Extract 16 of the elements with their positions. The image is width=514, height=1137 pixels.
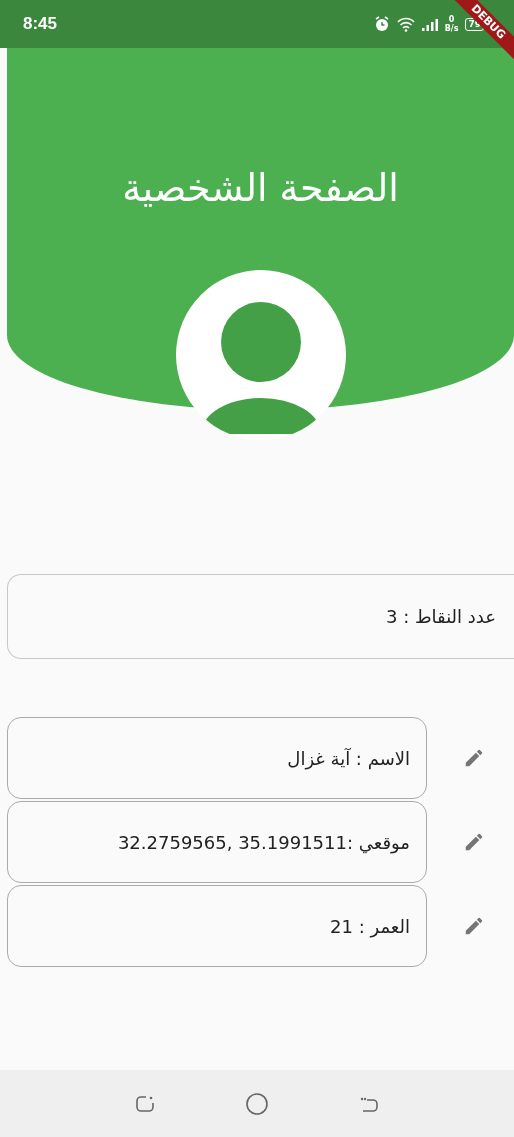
wifi-icon xyxy=(396,16,415,32)
pencil-icon xyxy=(463,747,485,769)
net-speed-unit: B/s xyxy=(444,24,459,33)
pencil-icon xyxy=(463,915,485,937)
info-text: العمر : 21 xyxy=(330,915,410,937)
alarm-icon xyxy=(373,16,390,32)
net-speed-value: 0 xyxy=(448,15,455,24)
signal-icon xyxy=(421,17,438,31)
page-title: الصفحة الشخصية xyxy=(122,166,399,210)
info-text: موقعي :35.1991511 ,32.2759565 xyxy=(117,831,410,853)
home-button[interactable] xyxy=(245,1091,269,1116)
pencil-icon xyxy=(463,831,485,853)
status-time: 8:45 xyxy=(23,14,58,34)
points-text: عدد النقاط : 3 xyxy=(385,606,496,627)
info-text: الاسم : آية غزال xyxy=(287,747,410,769)
recent-apps-button[interactable] xyxy=(135,1093,155,1114)
